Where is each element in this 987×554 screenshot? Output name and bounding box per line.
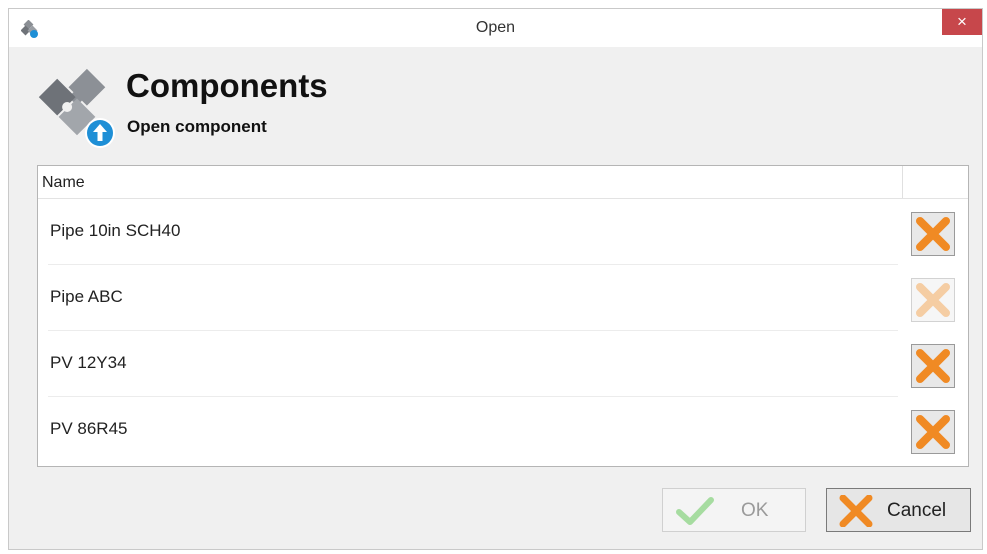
component-name: PV 86R45 bbox=[50, 419, 128, 438]
window-title: Open bbox=[475, 19, 516, 36]
list-item[interactable]: PV 12Y34 bbox=[38, 331, 968, 397]
list-header: Name bbox=[38, 166, 968, 199]
component-name: Pipe ABC bbox=[50, 287, 123, 306]
close-button[interactable]: × bbox=[942, 9, 982, 35]
checkmark-icon bbox=[676, 497, 714, 525]
list-item[interactable]: Pipe ABC bbox=[38, 265, 968, 331]
component-name: Pipe 10in SCH40 bbox=[50, 221, 181, 240]
puzzle-upload-icon bbox=[37, 67, 117, 151]
page-title: Components bbox=[126, 67, 328, 104]
x-icon bbox=[839, 495, 873, 527]
x-icon bbox=[916, 415, 950, 449]
delete-button[interactable] bbox=[911, 212, 955, 256]
list-item[interactable]: Pipe 10in SCH40 bbox=[38, 199, 968, 265]
component-list: Name Pipe 10in SCH40 Pipe ABC PV 12Y34 P… bbox=[37, 165, 969, 467]
cancel-label: Cancel bbox=[887, 500, 947, 521]
x-icon bbox=[916, 349, 950, 383]
ok-label: OK bbox=[741, 500, 769, 521]
delete-button[interactable] bbox=[911, 410, 955, 454]
list-item[interactable]: PV 86R45 bbox=[38, 397, 968, 463]
page-subtitle: Open component bbox=[127, 117, 267, 136]
component-name: PV 12Y34 bbox=[50, 353, 127, 372]
title-bar: Open × bbox=[9, 9, 982, 47]
x-icon bbox=[916, 283, 950, 317]
ok-button[interactable]: OK bbox=[662, 488, 806, 532]
close-icon: × bbox=[957, 12, 967, 31]
x-icon bbox=[916, 217, 950, 251]
open-dialog: Open × Components Open component Name Pi… bbox=[8, 8, 983, 550]
delete-button[interactable] bbox=[911, 278, 955, 322]
column-divider bbox=[902, 166, 903, 198]
cancel-button[interactable]: Cancel bbox=[826, 488, 971, 532]
column-header-name[interactable]: Name bbox=[42, 174, 85, 192]
delete-button[interactable] bbox=[911, 344, 955, 388]
